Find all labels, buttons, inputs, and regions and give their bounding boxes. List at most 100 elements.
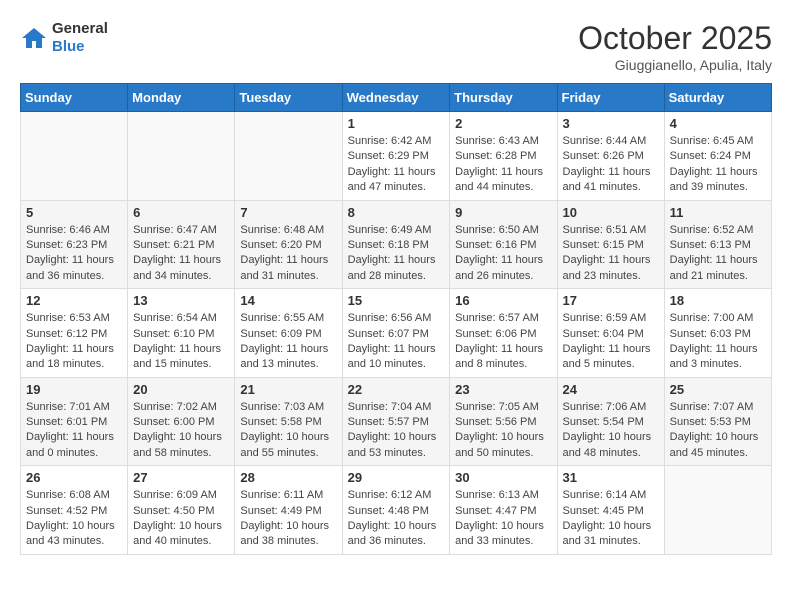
day-cell: 18 Sunrise: 7:00 AM Sunset: 6:03 PM Dayli… (664, 289, 771, 378)
day-number: 18 (670, 293, 766, 308)
day-info: Sunrise: 7:04 AM Sunset: 5:57 PM Dayligh… (348, 400, 445, 462)
day-info: Sunrise: 7:00 AM Sunset: 6:03 PM Dayligh… (670, 311, 766, 373)
day-number: 26 (26, 470, 122, 485)
logo: General Blue (20, 20, 108, 56)
day-cell: 6Sunrise: 6:47 AM Sunset: 6:21 PM Daylig… (128, 200, 235, 289)
day-info: Sunrise: 6:14 AM Sunset: 4:45 PM Dayligh… (563, 488, 659, 550)
day-info: Sunrise: 6:49 AM Sunset: 6:18 PM Dayligh… (348, 223, 445, 285)
day-cell (664, 466, 771, 555)
day-cell: 28 Sunrise: 6:11 AM Sunset: 4:49 PM Dayli… (235, 466, 342, 555)
day-number: 5 (26, 205, 122, 220)
day-info: Sunrise: 6:51 AM Sunset: 6:15 PM Dayligh… (563, 223, 659, 285)
day-cell: 12 Sunrise: 6:53 AM Sunset: 6:12 PM Dayli… (21, 289, 128, 378)
day-cell: 30Sunrise: 6:13 AM Sunset: 4:47 PM Dayli… (450, 466, 557, 555)
day-info: Sunrise: 6:59 AM Sunset: 6:04 PM Dayligh… (563, 311, 659, 373)
day-info: Sunrise: 6:44 AM Sunset: 6:26 PM Dayligh… (563, 134, 659, 196)
day-cell (235, 112, 342, 201)
day-number: 19 (26, 382, 122, 397)
weekday-header-saturday: Saturday (664, 84, 771, 112)
day-cell: 15 Sunrise: 6:56 AM Sunset: 6:07 PM Dayli… (342, 289, 450, 378)
day-cell: 21Sunrise: 7:03 AM Sunset: 5:58 PM Dayli… (235, 377, 342, 466)
day-info: Sunrise: 6:47 AM Sunset: 6:21 PM Dayligh… (133, 223, 229, 285)
day-cell: 24Sunrise: 7:06 AM Sunset: 5:54 PM Dayli… (557, 377, 664, 466)
day-info: Sunrise: 6:56 AM Sunset: 6:07 PM Dayligh… (348, 311, 445, 373)
day-info: Sunrise: 6:08 AM Sunset: 4:52 PM Dayligh… (26, 488, 122, 550)
month-title: October 2025 (578, 20, 772, 57)
day-number: 4 (670, 116, 766, 131)
weekday-header-monday: Monday (128, 84, 235, 112)
day-info: Sunrise: 6:54 AM Sunset: 6:10 PM Dayligh… (133, 311, 229, 373)
day-number: 8 (348, 205, 445, 220)
day-number: 2 (455, 116, 551, 131)
day-number: 25 (670, 382, 766, 397)
weekday-header-thursday: Thursday (450, 84, 557, 112)
day-cell: 16Sunrise: 6:57 AM Sunset: 6:06 PM Dayli… (450, 289, 557, 378)
weekday-header-wednesday: Wednesday (342, 84, 450, 112)
title-block: October 2025 Giuggianello, Apulia, Italy (578, 20, 772, 73)
day-cell: 3 Sunrise: 6:44 AM Sunset: 6:26 PM Daylig… (557, 112, 664, 201)
day-number: 9 (455, 205, 551, 220)
day-info: Sunrise: 6:11 AM Sunset: 4:49 PM Dayligh… (240, 488, 336, 550)
weekday-header-friday: Friday (557, 84, 664, 112)
day-cell: 17 Sunrise: 6:59 AM Sunset: 6:04 PM Dayli… (557, 289, 664, 378)
day-info: Sunrise: 6:46 AM Sunset: 6:23 PM Dayligh… (26, 223, 122, 285)
day-info: Sunrise: 7:01 AM Sunset: 6:01 PM Dayligh… (26, 400, 122, 462)
weekday-header-row: SundayMondayTuesdayWednesdayThursdayFrid… (21, 84, 772, 112)
day-number: 1 (348, 116, 445, 131)
day-info: Sunrise: 6:45 AM Sunset: 6:24 PM Dayligh… (670, 134, 766, 196)
day-number: 22 (348, 382, 445, 397)
day-number: 3 (563, 116, 659, 131)
day-number: 28 (240, 470, 336, 485)
day-cell: 10 Sunrise: 6:51 AM Sunset: 6:15 PM Dayli… (557, 200, 664, 289)
day-info: Sunrise: 6:13 AM Sunset: 4:47 PM Dayligh… (455, 488, 551, 550)
day-number: 7 (240, 205, 336, 220)
logo-general-text: General (52, 20, 108, 38)
week-row-5: 26 Sunrise: 6:08 AM Sunset: 4:52 PM Dayli… (21, 466, 772, 555)
day-cell: 11Sunrise: 6:52 AM Sunset: 6:13 PM Dayli… (664, 200, 771, 289)
day-number: 29 (348, 470, 445, 485)
day-cell: 4 Sunrise: 6:45 AM Sunset: 6:24 PM Daylig… (664, 112, 771, 201)
day-cell: 19 Sunrise: 7:01 AM Sunset: 6:01 PM Dayli… (21, 377, 128, 466)
day-info: Sunrise: 6:57 AM Sunset: 6:06 PM Dayligh… (455, 311, 551, 373)
calendar-table: SundayMondayTuesdayWednesdayThursdayFrid… (20, 83, 772, 555)
day-info: Sunrise: 6:55 AM Sunset: 6:09 PM Dayligh… (240, 311, 336, 373)
weekday-header-tuesday: Tuesday (235, 84, 342, 112)
day-cell: 20 Sunrise: 7:02 AM Sunset: 6:00 PM Dayli… (128, 377, 235, 466)
day-cell (128, 112, 235, 201)
day-cell: 7Sunrise: 6:48 AM Sunset: 6:20 PM Daylig… (235, 200, 342, 289)
day-number: 17 (563, 293, 659, 308)
day-number: 23 (455, 382, 551, 397)
page-header: General Blue October 2025 Giuggianello, … (20, 20, 772, 73)
day-cell: 27 Sunrise: 6:09 AM Sunset: 4:50 PM Dayli… (128, 466, 235, 555)
day-cell: 22 Sunrise: 7:04 AM Sunset: 5:57 PM Dayli… (342, 377, 450, 466)
day-info: Sunrise: 6:12 AM Sunset: 4:48 PM Dayligh… (348, 488, 445, 550)
day-info: Sunrise: 7:07 AM Sunset: 5:53 PM Dayligh… (670, 400, 766, 462)
day-number: 15 (348, 293, 445, 308)
day-number: 21 (240, 382, 336, 397)
day-number: 31 (563, 470, 659, 485)
day-number: 27 (133, 470, 229, 485)
day-info: Sunrise: 7:02 AM Sunset: 6:00 PM Dayligh… (133, 400, 229, 462)
day-number: 10 (563, 205, 659, 220)
week-row-3: 12 Sunrise: 6:53 AM Sunset: 6:12 PM Dayli… (21, 289, 772, 378)
day-number: 11 (670, 205, 766, 220)
day-info: Sunrise: 6:09 AM Sunset: 4:50 PM Dayligh… (133, 488, 229, 550)
day-cell: 9 Sunrise: 6:50 AM Sunset: 6:16 PM Daylig… (450, 200, 557, 289)
day-info: Sunrise: 6:43 AM Sunset: 6:28 PM Dayligh… (455, 134, 551, 196)
day-info: Sunrise: 6:53 AM Sunset: 6:12 PM Dayligh… (26, 311, 122, 373)
day-cell: 25 Sunrise: 7:07 AM Sunset: 5:53 PM Dayli… (664, 377, 771, 466)
day-number: 12 (26, 293, 122, 308)
day-cell: 13Sunrise: 6:54 AM Sunset: 6:10 PM Dayli… (128, 289, 235, 378)
logo-blue-text: Blue (52, 38, 108, 56)
day-info: Sunrise: 6:50 AM Sunset: 6:16 PM Dayligh… (455, 223, 551, 285)
day-cell: 31 Sunrise: 6:14 AM Sunset: 4:45 PM Dayli… (557, 466, 664, 555)
day-cell: 1 Sunrise: 6:42 AM Sunset: 6:29 PM Daylig… (342, 112, 450, 201)
day-info: Sunrise: 6:42 AM Sunset: 6:29 PM Dayligh… (348, 134, 445, 196)
day-cell: 23 Sunrise: 7:05 AM Sunset: 5:56 PM Dayli… (450, 377, 557, 466)
day-info: Sunrise: 7:05 AM Sunset: 5:56 PM Dayligh… (455, 400, 551, 462)
logo-icon (20, 24, 48, 52)
day-cell: 29 Sunrise: 6:12 AM Sunset: 4:48 PM Dayli… (342, 466, 450, 555)
day-number: 24 (563, 382, 659, 397)
week-row-4: 19 Sunrise: 7:01 AM Sunset: 6:01 PM Dayli… (21, 377, 772, 466)
day-number: 20 (133, 382, 229, 397)
